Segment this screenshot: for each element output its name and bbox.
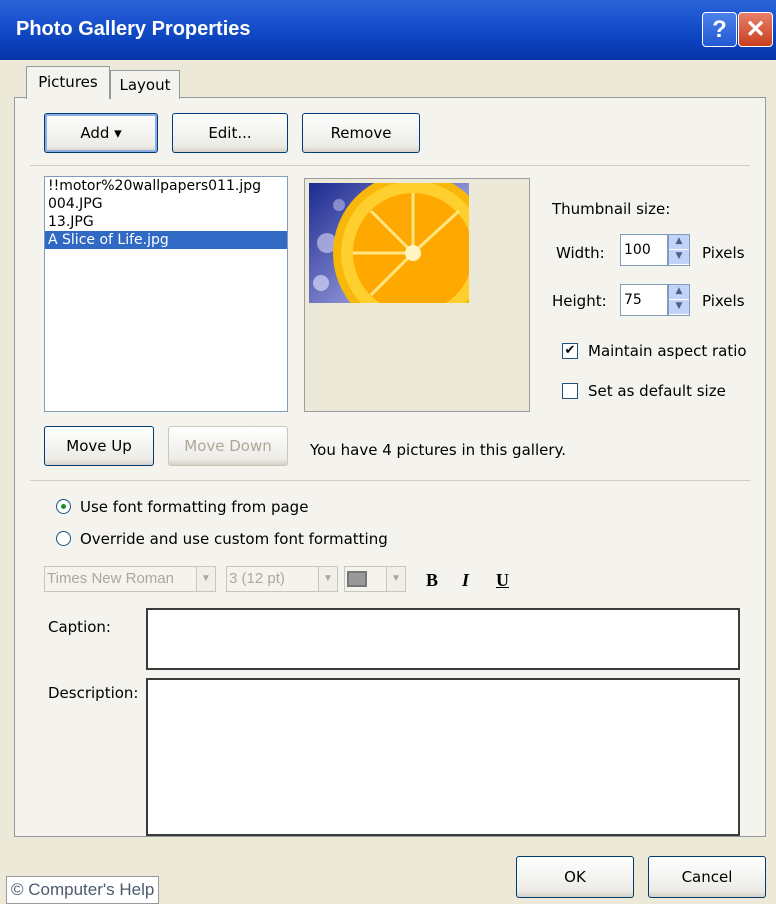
maintain-aspect-checkbox[interactable]: ✔ [562,343,578,359]
default-size-checkbox[interactable] [562,383,578,399]
picture-list[interactable]: !!motor%20wallpapers011.jpg 004.JPG 13.J… [44,176,288,412]
thumbnail-size-label: Thumbnail size: [552,200,671,218]
font-size-select[interactable]: 3 (12 pt) ▼ [226,566,338,592]
add-button-label: Add ▾ [80,124,122,142]
font-size-value: 3 (12 pt) [229,570,285,587]
default-size-label: Set as default size [588,382,726,400]
override-font-radio[interactable] [56,531,71,546]
width-spinner[interactable]: ▲ ▼ [668,234,690,266]
width-unit: Pixels [702,244,745,262]
title-bar[interactable]: Photo Gallery Properties ? ✕ [0,0,776,60]
list-item-selected[interactable]: A Slice of Life.jpg [45,231,287,249]
caption-field[interactable] [146,608,740,670]
chevron-down-icon[interactable]: ▼ [196,567,215,591]
italic-button[interactable]: I [462,570,469,591]
bold-button[interactable]: B [426,570,438,591]
list-item[interactable]: !!motor%20wallpapers011.jpg [45,177,287,195]
remove-button[interactable]: Remove [302,113,420,153]
window-title: Photo Gallery Properties [16,18,251,40]
width-label: Width: [556,244,605,262]
override-font-label: Override and use custom font formatting [80,530,388,548]
height-spinner[interactable]: ▲ ▼ [668,284,690,316]
spin-up-icon[interactable]: ▲ [669,285,689,300]
add-button[interactable]: Add ▾ [44,113,158,153]
height-input[interactable]: 75 [620,284,668,316]
maintain-aspect-label: Maintain aspect ratio [588,342,747,360]
spin-up-icon[interactable]: ▲ [669,235,689,250]
tab-pictures[interactable]: Pictures [26,66,110,99]
watermark: © Computer's Help [6,876,160,904]
list-item[interactable]: 004.JPG [45,195,287,213]
chevron-down-icon[interactable]: ▼ [318,567,337,591]
font-name-select[interactable]: Times New Roman ▼ [44,566,216,592]
list-item[interactable]: 13.JPG [45,213,287,231]
ok-button[interactable]: OK [516,856,634,898]
separator [30,480,750,481]
move-down-button[interactable]: Move Down [168,426,288,466]
height-unit: Pixels [702,292,745,310]
caption-label: Caption: [48,618,111,636]
edit-button[interactable]: Edit... [172,113,288,153]
separator [30,165,750,166]
width-input[interactable]: 100 [620,234,668,266]
use-page-font-label: Use font formatting from page [80,498,309,516]
description-label: Description: [48,684,139,702]
font-color-select[interactable]: ▼ [344,566,406,592]
description-field[interactable] [146,678,740,836]
close-button[interactable]: ✕ [738,12,773,47]
photo-gallery-properties-dialog: Photo Gallery Properties ? ✕ Pictures La… [0,0,776,904]
help-button[interactable]: ? [702,12,737,47]
move-up-button[interactable]: Move Up [44,426,154,466]
spin-down-icon[interactable]: ▼ [669,250,689,265]
tab-layout[interactable]: Layout [110,70,180,99]
chevron-down-icon[interactable]: ▼ [386,567,405,591]
height-label: Height: [552,292,607,310]
picture-preview [304,178,530,412]
radio-selected-dot [61,504,66,509]
font-color-icon [347,571,367,587]
cancel-button[interactable]: Cancel [648,856,766,898]
preview-thumbnail-image [309,183,469,303]
picture-count-text: You have 4 pictures in this gallery. [310,441,567,459]
use-page-font-radio[interactable] [56,499,71,514]
spin-down-icon[interactable]: ▼ [669,300,689,315]
underline-button[interactable]: U [496,570,509,591]
check-icon: ✔ [564,343,576,358]
font-name-value: Times New Roman [47,570,174,587]
